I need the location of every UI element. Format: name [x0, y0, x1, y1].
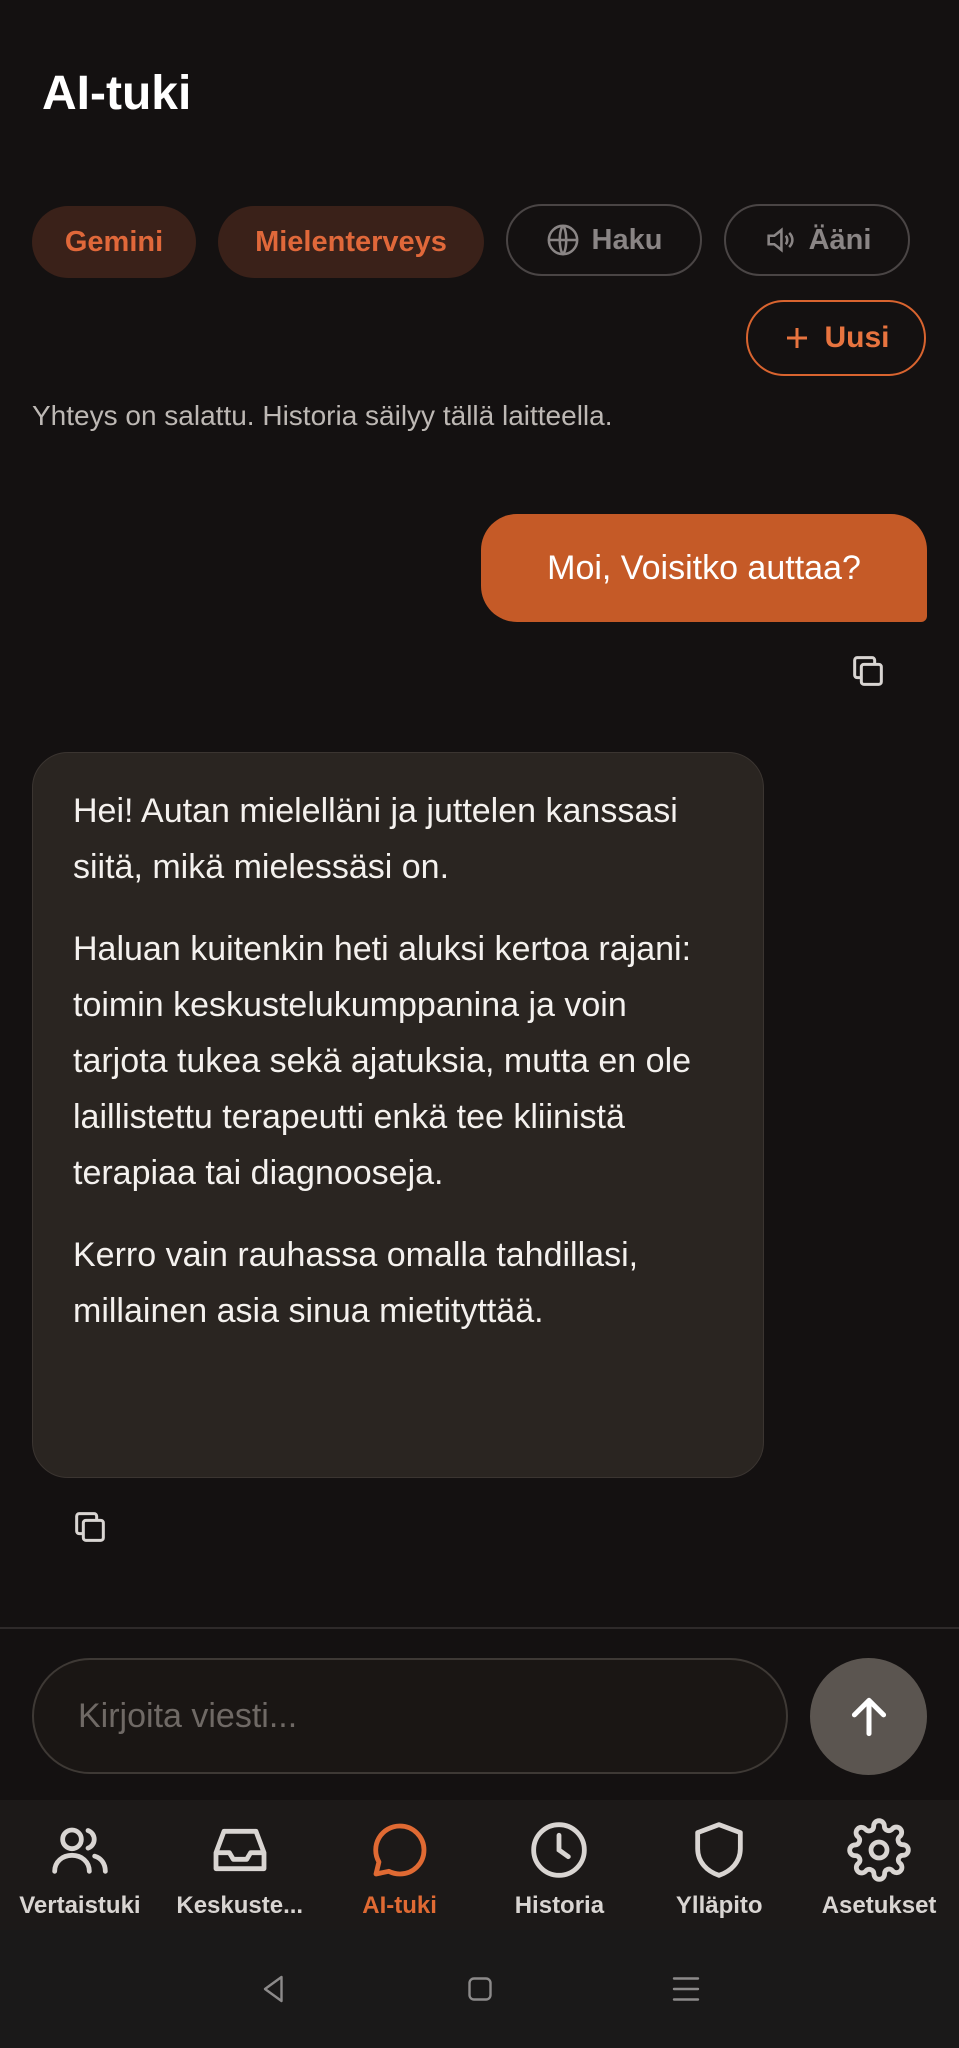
- menu-icon[interactable]: [668, 1971, 704, 2007]
- chip-mielenterveys-label: Mielenterveys: [255, 225, 447, 258]
- arrow-up-icon: [851, 1697, 886, 1736]
- plus-icon: [787, 328, 808, 348]
- assistant-message-bubble: Hei! Autan mielelläni ja juttelen kanssa…: [32, 752, 764, 1478]
- copy-icon[interactable]: [70, 1507, 110, 1547]
- chip-aani-label: Ääni: [808, 223, 872, 256]
- encryption-notice: Yhteys on salattu. Historia säilyy tällä…: [32, 400, 613, 431]
- assistant-paragraph: Haluan kuitenkin heti aluksi kertoa raja…: [73, 930, 692, 1192]
- nav-item-yllapito[interactable]: Ylläpito: [639, 1800, 799, 1930]
- home-icon[interactable]: [462, 1971, 498, 2007]
- assistant-paragraph: Hei! Autan mielelläni ja juttelen kanssa…: [73, 792, 678, 886]
- gear-icon: [847, 1818, 911, 1882]
- user-message-bubble: Moi, Voisitko auttaa?: [481, 514, 927, 622]
- nav-label: Historia: [514, 1892, 605, 1919]
- send-button[interactable]: [810, 1658, 927, 1775]
- system-navigation-bar: [0, 1930, 959, 2048]
- bottom-navigation: Vertaistuki Keskuste... AI-tuki Historia…: [0, 1800, 959, 1930]
- nav-item-vertaistuki[interactable]: Vertaistuki: [0, 1800, 160, 1930]
- nav-item-keskustelut[interactable]: Keskuste...: [160, 1800, 320, 1930]
- user-message-text: Moi, Voisitko auttaa?: [547, 548, 861, 587]
- speaker-icon: [766, 227, 794, 253]
- clock-icon: [531, 1822, 588, 1878]
- nav-item-ai-tuki[interactable]: AI-tuki: [320, 1800, 480, 1930]
- chip-aani[interactable]: Ääni: [724, 204, 910, 276]
- assistant-paragraph: Kerro vain rauhassa omalla tahdillasi, m…: [73, 1236, 639, 1330]
- users-icon: [52, 1827, 108, 1874]
- message-input[interactable]: Kirjoita viesti...: [32, 1658, 788, 1774]
- nav-item-historia[interactable]: Historia: [479, 1800, 639, 1930]
- nav-label: AI-tuki: [362, 1892, 437, 1919]
- nav-label: Asetukset: [821, 1892, 937, 1919]
- message-input-placeholder: Kirjoita viesti...: [78, 1696, 298, 1735]
- nav-item-asetukset[interactable]: Asetukset: [799, 1800, 959, 1930]
- chip-gemini-label: Gemini: [64, 225, 164, 258]
- new-chat-button[interactable]: Uusi: [746, 300, 926, 376]
- copy-icon[interactable]: [848, 651, 888, 691]
- back-icon[interactable]: [256, 1971, 292, 2007]
- inbox-icon: [213, 1828, 267, 1872]
- nav-label: Keskuste...: [176, 1892, 304, 1919]
- chip-haku[interactable]: Haku: [506, 204, 702, 276]
- globe-icon: [547, 224, 578, 256]
- chip-haku-label: Haku: [591, 223, 663, 256]
- chip-mielenterveys[interactable]: Mielenterveys: [218, 206, 484, 278]
- composer-divider: [0, 1627, 959, 1629]
- shield-icon: [695, 1822, 743, 1878]
- chip-gemini[interactable]: Gemini: [32, 206, 196, 278]
- nav-label: Vertaistuki: [19, 1892, 141, 1919]
- page-title: AI-tuki: [42, 67, 192, 120]
- new-chat-label: Uusi: [824, 321, 890, 354]
- nav-label: Ylläpito: [675, 1892, 763, 1919]
- chat-bubble-icon: [372, 1823, 426, 1877]
